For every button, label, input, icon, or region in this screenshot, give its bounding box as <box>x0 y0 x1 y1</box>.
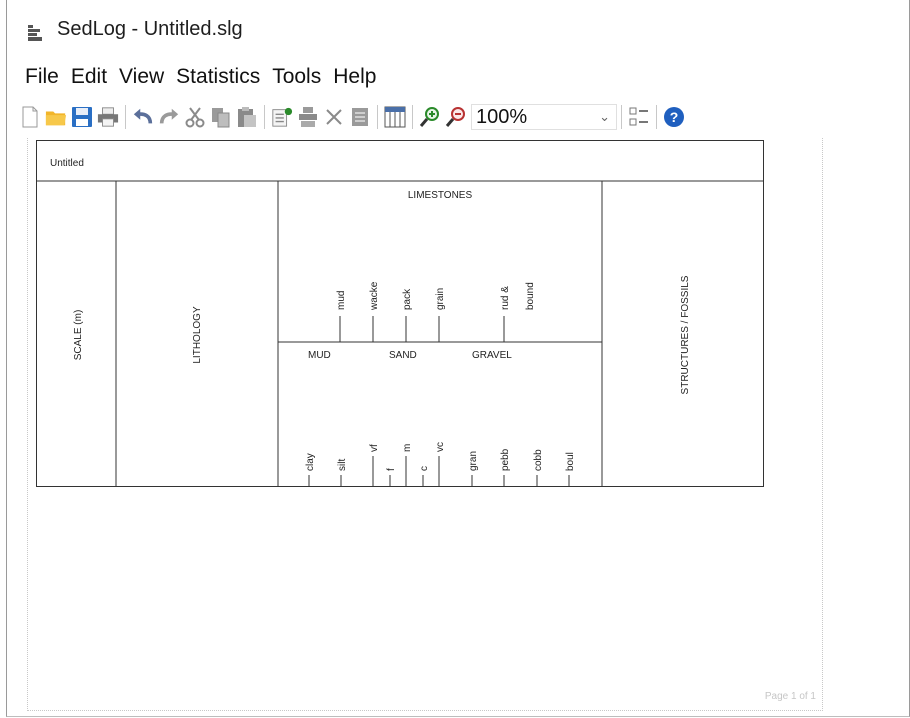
menu-view[interactable]: View <box>113 65 168 89</box>
checklist-icon <box>629 107 648 126</box>
grain-size-label-cobb: cobb <box>533 449 544 471</box>
help-button[interactable]: ? <box>663 104 685 130</box>
app-window: SedLog - Untitled.slg File Edit View Sta… <box>6 0 910 717</box>
grain-size-label-gran: gran <box>468 451 479 471</box>
copy-icon <box>212 108 230 128</box>
toolbar-separator <box>412 105 413 129</box>
new-document-button[interactable] <box>19 104 41 130</box>
copy-button[interactable] <box>210 104 232 130</box>
grain-size-label-c: c <box>419 466 430 471</box>
view-options-button[interactable] <box>628 104 650 130</box>
grain-group-mud: MUD <box>308 350 331 361</box>
zoom-out-button[interactable] <box>445 104 467 130</box>
grain-size-label-m: m <box>402 444 413 452</box>
menu-statistics[interactable]: Statistics <box>170 65 264 89</box>
lithology-column-header: LITHOLOGY <box>192 306 203 364</box>
limestone-label-grain: grain <box>435 288 446 310</box>
redo-button[interactable] <box>158 104 180 130</box>
structures-fossils-column-header: STRUCTURES / FOSSILS <box>680 275 691 394</box>
menu-edit[interactable]: Edit <box>65 65 111 89</box>
paste-icon <box>238 107 256 127</box>
scissors-icon <box>185 107 205 128</box>
limestone-label-mud: mud <box>336 291 347 310</box>
svg-text:?: ? <box>670 109 679 125</box>
grain-size-label-boul: boul <box>565 452 576 471</box>
grain-size-label-silt: silt <box>337 459 348 471</box>
toolbar-separator <box>377 105 378 129</box>
delete-button[interactable] <box>323 104 345 130</box>
cut-button[interactable] <box>184 104 206 130</box>
table-columns-icon <box>384 106 406 128</box>
grain-size-label-vc: vc <box>435 442 446 452</box>
folder-open-icon <box>45 111 67 126</box>
menu-tools[interactable]: Tools <box>266 65 325 89</box>
grain-size-label-clay: clay <box>305 453 316 471</box>
new-document-icon <box>22 106 38 128</box>
toolbar: 100% ⌄ ? <box>17 100 905 134</box>
paste-button[interactable] <box>236 104 258 130</box>
scale-column-header: SCALE (m) <box>73 310 84 361</box>
columns-button[interactable] <box>384 104 406 130</box>
close-icon <box>326 109 342 125</box>
menu-help[interactable]: Help <box>327 65 380 89</box>
log-sheet[interactable]: Untitled SCALE (m) LITHOLOGY STRUCTURES … <box>36 140 766 493</box>
limestone-label-wacke: wacke <box>369 281 380 311</box>
grain-size-label-f: f <box>386 468 397 471</box>
merge-beds-button[interactable] <box>297 104 319 130</box>
log-sheet-drawing: Untitled SCALE (m) LITHOLOGY STRUCTURES … <box>36 140 764 487</box>
window-title: SedLog - Untitled.slg <box>57 18 243 40</box>
undo-icon <box>133 108 153 124</box>
grain-size-label-pebb: pebb <box>500 448 511 471</box>
log-title: Untitled <box>50 158 84 169</box>
limestone-label-bound: bound <box>525 282 536 310</box>
grain-group-gravel: GRAVEL <box>472 350 512 361</box>
grain-group-sand: SAND <box>389 350 417 361</box>
toolbar-separator <box>125 105 126 129</box>
toolbar-separator <box>656 105 657 129</box>
page-counter: Page 1 of 1 <box>764 691 816 702</box>
help-icon: ? <box>664 107 684 127</box>
insert-bed-icon <box>272 107 293 127</box>
stack-icon <box>299 107 317 127</box>
printer-icon <box>97 107 119 127</box>
save-button[interactable] <box>71 104 93 130</box>
bed-properties-button[interactable] <box>349 104 371 130</box>
zoom-level-select[interactable]: 100% ⌄ <box>471 104 617 130</box>
grain-size-label-vf: vf <box>369 444 380 452</box>
redo-icon <box>159 108 179 124</box>
undo-button[interactable] <box>132 104 154 130</box>
open-button[interactable] <box>45 104 67 130</box>
list-icon <box>352 108 368 126</box>
limestone-label-rud: rud & <box>500 286 511 310</box>
page: Untitled SCALE (m) LITHOLOGY STRUCTURES … <box>27 138 823 711</box>
save-icon <box>72 107 92 127</box>
zoom-level-value: 100% <box>476 105 528 128</box>
insert-bed-button[interactable] <box>271 104 293 130</box>
toolbar-separator <box>621 105 622 129</box>
limestone-label-pack: pack <box>402 288 413 310</box>
print-button[interactable] <box>97 104 119 130</box>
zoom-out-icon <box>445 107 465 127</box>
title-bar: SedLog - Untitled.slg <box>7 0 909 58</box>
app-icon <box>28 25 42 41</box>
menu-file[interactable]: File <box>19 65 63 89</box>
zoom-in-button[interactable] <box>419 104 441 130</box>
document-canvas[interactable]: Untitled SCALE (m) LITHOLOGY STRUCTURES … <box>19 138 903 716</box>
toolbar-separator <box>264 105 265 129</box>
zoom-in-icon <box>419 107 439 127</box>
menu-bar: File Edit View Statistics Tools Help <box>19 62 380 92</box>
chevron-down-icon: ⌄ <box>599 109 610 124</box>
limestones-header: LIMESTONES <box>408 190 473 201</box>
